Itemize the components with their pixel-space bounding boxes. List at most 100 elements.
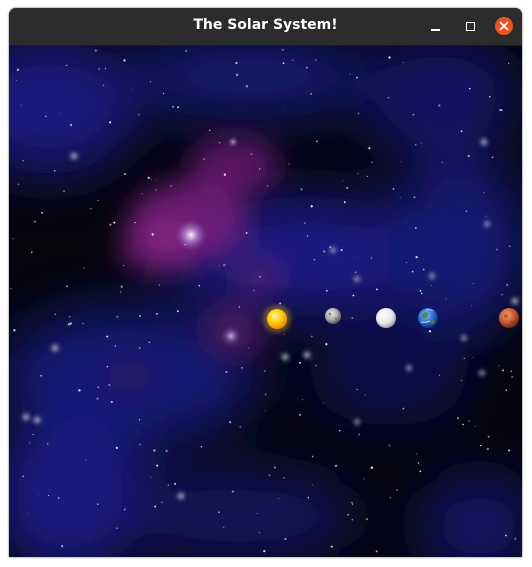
star bbox=[97, 386, 100, 389]
star bbox=[65, 285, 68, 288]
star bbox=[501, 294, 503, 296]
star bbox=[137, 113, 140, 116]
earth[interactable] bbox=[418, 308, 438, 328]
star bbox=[325, 343, 328, 346]
star bbox=[496, 248, 498, 251]
star bbox=[248, 347, 250, 349]
star bbox=[264, 410, 266, 412]
star bbox=[488, 95, 491, 98]
star bbox=[253, 290, 255, 292]
star bbox=[329, 246, 331, 248]
star bbox=[468, 420, 471, 422]
star bbox=[460, 130, 463, 133]
star bbox=[22, 160, 24, 162]
star bbox=[62, 190, 66, 193]
star bbox=[314, 364, 317, 367]
star bbox=[279, 302, 282, 305]
star bbox=[282, 62, 285, 64]
star bbox=[138, 347, 141, 349]
star bbox=[340, 249, 343, 252]
star bbox=[467, 154, 470, 158]
star bbox=[113, 221, 116, 224]
star bbox=[480, 444, 482, 447]
star bbox=[282, 108, 284, 110]
star bbox=[357, 173, 359, 174]
star bbox=[54, 313, 57, 315]
star bbox=[17, 183, 20, 185]
star bbox=[505, 534, 507, 537]
star bbox=[322, 402, 324, 404]
star bbox=[106, 335, 109, 338]
star bbox=[116, 315, 119, 318]
star bbox=[108, 383, 111, 387]
star bbox=[356, 389, 358, 391]
star bbox=[351, 503, 353, 505]
star bbox=[282, 476, 285, 479]
space-scene bbox=[9, 46, 522, 557]
star bbox=[342, 180, 344, 182]
star bbox=[301, 399, 303, 401]
star bbox=[375, 550, 378, 553]
star bbox=[83, 267, 85, 269]
star bbox=[415, 255, 418, 259]
star bbox=[114, 345, 117, 347]
minimize-button[interactable] bbox=[425, 16, 445, 36]
maximize-button[interactable] bbox=[460, 16, 480, 36]
star bbox=[258, 532, 260, 534]
star bbox=[225, 370, 228, 374]
star bbox=[288, 163, 290, 165]
star bbox=[155, 312, 158, 315]
star bbox=[292, 59, 294, 61]
star bbox=[364, 394, 366, 396]
game-canvas[interactable] bbox=[9, 46, 522, 557]
star bbox=[306, 235, 309, 237]
star bbox=[299, 361, 301, 364]
star bbox=[124, 173, 126, 175]
star bbox=[399, 197, 401, 199]
star bbox=[158, 284, 160, 286]
close-button[interactable] bbox=[494, 16, 514, 36]
star bbox=[346, 186, 349, 189]
star bbox=[134, 221, 136, 224]
star bbox=[13, 329, 16, 332]
star bbox=[48, 494, 50, 496]
star bbox=[222, 526, 225, 529]
venus[interactable] bbox=[376, 308, 396, 328]
star bbox=[174, 482, 177, 485]
star bbox=[58, 497, 60, 499]
sun[interactable] bbox=[263, 305, 291, 333]
star bbox=[370, 466, 374, 469]
star bbox=[330, 545, 333, 548]
star bbox=[420, 292, 423, 295]
star bbox=[273, 466, 276, 469]
star bbox=[268, 474, 271, 477]
star bbox=[371, 161, 373, 163]
star bbox=[441, 161, 443, 163]
star bbox=[511, 375, 514, 378]
star bbox=[200, 445, 203, 448]
star bbox=[184, 243, 186, 246]
star bbox=[370, 257, 372, 259]
star bbox=[263, 549, 266, 553]
star bbox=[506, 284, 509, 286]
star bbox=[151, 179, 153, 181]
star bbox=[120, 291, 122, 293]
star bbox=[208, 129, 211, 132]
star bbox=[97, 503, 99, 505]
star bbox=[167, 484, 169, 486]
star bbox=[396, 489, 398, 491]
star bbox=[198, 284, 201, 287]
star bbox=[310, 205, 313, 208]
star bbox=[245, 232, 248, 234]
star bbox=[165, 449, 168, 453]
star bbox=[307, 496, 310, 499]
star bbox=[420, 142, 422, 144]
title-bar[interactable]: The Solar System! bbox=[9, 8, 522, 46]
star bbox=[281, 48, 284, 51]
mars[interactable] bbox=[499, 308, 519, 328]
star bbox=[96, 397, 99, 400]
star bbox=[22, 475, 24, 478]
star bbox=[123, 265, 125, 267]
mercury[interactable] bbox=[325, 308, 341, 324]
star bbox=[218, 265, 220, 267]
